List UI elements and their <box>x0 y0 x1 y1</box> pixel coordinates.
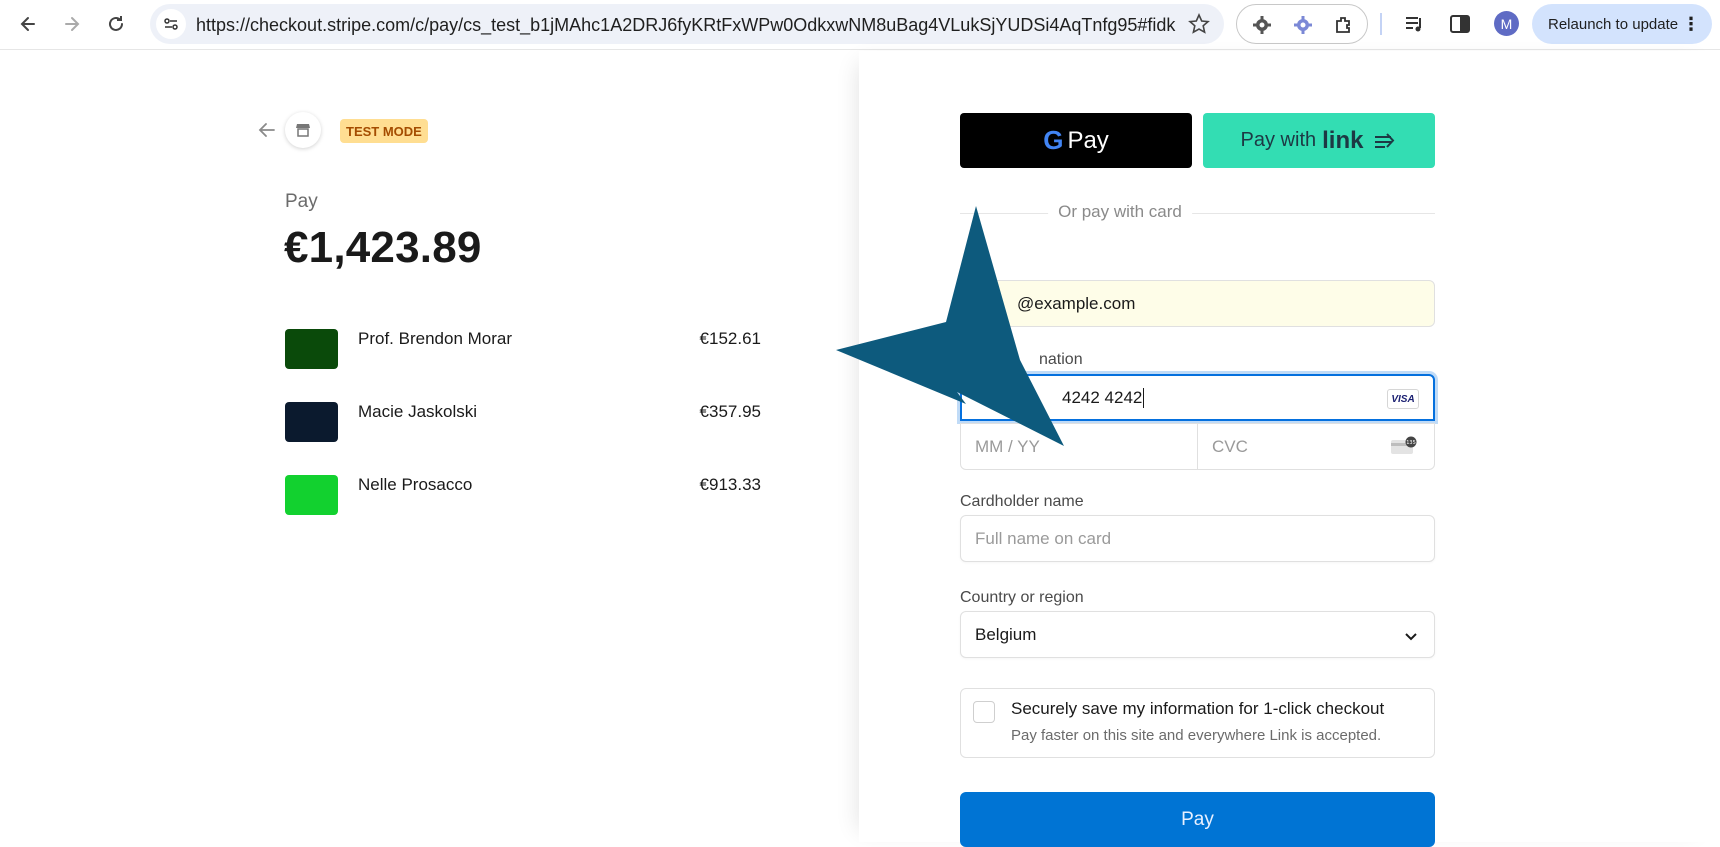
link-prefix: Pay with <box>1240 129 1317 151</box>
payment-form: G Pay Pay with link Or pay with card @ex… <box>859 51 1720 847</box>
country-select[interactable]: Belgium <box>960 611 1435 658</box>
url-text: https://checkout.stripe.com/c/pay/cs_tes… <box>196 15 1176 35</box>
divider-line <box>960 213 1435 214</box>
product-thumbnail <box>285 475 338 515</box>
store-icon <box>285 112 321 148</box>
item-name: Prof. Brendon Morar <box>358 329 513 348</box>
order-summary: TEST MODE Pay €1,423.89 Prof. Brendon Mo… <box>0 51 859 842</box>
toolbar-separator <box>1380 13 1382 35</box>
line-item: Prof. Brendon Morar €152.61 <box>285 329 761 379</box>
email-field[interactable]: @example.com <box>960 280 1435 327</box>
card-information-label: nation <box>1039 351 1083 368</box>
link-logo: link <box>1322 126 1364 154</box>
extension-settings-icon[interactable] <box>1292 14 1314 36</box>
save-info-box: Securely save my information for 1-click… <box>960 688 1435 758</box>
item-price: €357.95 <box>699 402 761 421</box>
total-amount: €1,423.89 <box>284 223 482 272</box>
cvc-placeholder: CVC <box>1212 436 1248 456</box>
relaunch-button[interactable]: Relaunch to update ⋮ <box>1532 4 1712 44</box>
save-info-subtitle: Pay faster on this site and everywhere L… <box>1011 727 1382 744</box>
expiry-input[interactable]: MM / YY <box>960 423 1198 470</box>
pay-button[interactable]: Pay <box>960 792 1435 847</box>
cvc-card-icon: 135 <box>1391 436 1417 454</box>
back-arrow-icon[interactable] <box>256 119 278 141</box>
test-mode-badge: TEST MODE <box>340 119 428 143</box>
google-pay-button[interactable]: G Pay <box>960 113 1192 168</box>
cardholder-label: Cardholder name <box>960 493 1084 510</box>
back-icon[interactable] <box>12 8 44 40</box>
menu-dots-icon[interactable]: ⋮ <box>1682 14 1700 34</box>
reload-icon[interactable] <box>100 8 132 40</box>
pay-with-link-button[interactable]: Pay with link <box>1203 113 1435 168</box>
bookmark-star-icon[interactable] <box>1188 13 1210 35</box>
side-panel-icon[interactable] <box>1448 12 1472 36</box>
pay-label: Pay <box>285 191 318 212</box>
extensions-group <box>1236 4 1368 44</box>
text-cursor <box>1143 387 1145 408</box>
address-bar[interactable]: https://checkout.stripe.com/c/pay/cs_tes… <box>150 4 1224 44</box>
extension-gear-icon[interactable] <box>1251 14 1273 36</box>
save-info-checkbox[interactable] <box>973 701 995 723</box>
link-arrow-icon <box>1375 132 1395 148</box>
media-icon[interactable] <box>1403 12 1427 36</box>
card-number-value: 4242 4242 <box>1062 387 1143 407</box>
gpay-label: Pay <box>1067 126 1109 154</box>
item-price: €913.33 <box>699 475 761 494</box>
site-info-icon[interactable] <box>156 9 186 39</box>
cvc-input[interactable]: CVC 135 <box>1197 423 1435 470</box>
cardholder-name-input[interactable]: Full name on card <box>960 515 1435 562</box>
visa-icon: VISA <box>1387 389 1419 409</box>
item-price: €152.61 <box>699 329 761 348</box>
google-g-icon: G <box>1043 125 1064 155</box>
item-name: Macie Jaskolski <box>358 402 478 421</box>
chevron-down-icon <box>1405 633 1417 641</box>
card-number-input[interactable]: 4242 4242 VISA <box>960 374 1435 421</box>
save-info-title: Securely save my information for 1-click… <box>1011 699 1385 718</box>
divider-text: Or pay with card <box>1048 202 1192 222</box>
relaunch-label: Relaunch to update <box>1548 15 1679 33</box>
product-thumbnail <box>285 329 338 369</box>
profile-avatar[interactable]: M <box>1494 11 1519 36</box>
item-name: Nelle Prosacco <box>358 475 473 494</box>
extension-puzzle-icon[interactable] <box>1333 14 1355 36</box>
country-value: Belgium <box>975 624 1037 644</box>
country-label: Country or region <box>960 589 1084 606</box>
line-item: Nelle Prosacco €913.33 <box>285 475 761 525</box>
cvc-badge-text: 135 <box>1406 440 1416 446</box>
product-thumbnail <box>285 402 338 442</box>
line-item: Macie Jaskolski €357.95 <box>285 402 761 452</box>
forward-icon[interactable] <box>56 8 88 40</box>
browser-toolbar: https://checkout.stripe.com/c/pay/cs_tes… <box>0 0 1720 50</box>
